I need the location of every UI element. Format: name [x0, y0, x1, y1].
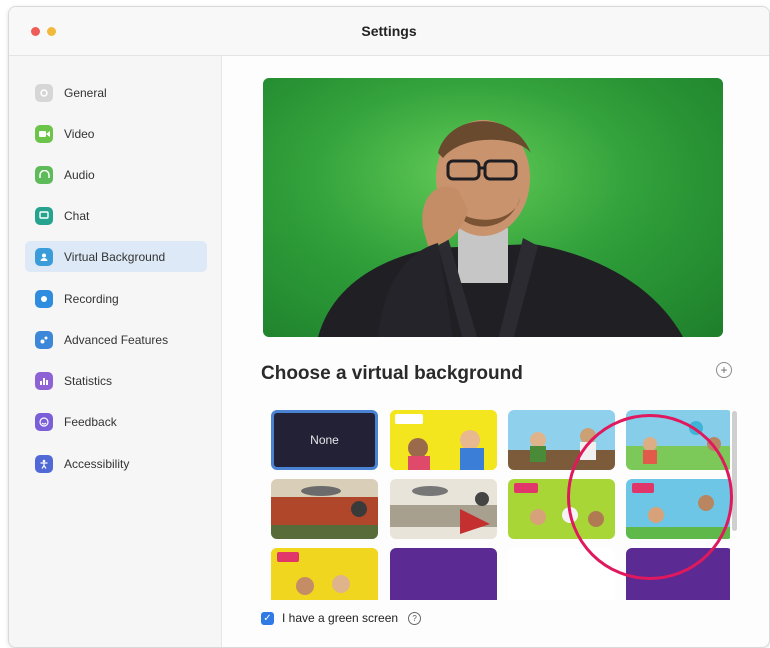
smile-icon [35, 412, 53, 431]
sidebar-item-virtual-background[interactable]: Virtual Background [25, 241, 207, 272]
sidebar-item-label: Statistics [64, 373, 113, 388]
headphones-icon [35, 165, 53, 184]
chat-icon [35, 206, 53, 225]
sidebar-item-statistics[interactable]: Statistics [25, 365, 207, 396]
cartoon-background-image [390, 410, 497, 470]
gear-icon [35, 83, 53, 102]
person-in-video-image [263, 78, 723, 337]
cartoon-background-image [271, 548, 378, 600]
background-thumbnail[interactable] [271, 548, 378, 600]
sidebar-item-label: General [64, 85, 107, 100]
video-icon [35, 124, 53, 143]
main-panel: Choose a virtual background + None ✓ I h… [222, 56, 769, 647]
background-thumbnail[interactable] [390, 548, 497, 600]
video-preview [263, 78, 723, 337]
background-thumbnail[interactable] [508, 548, 615, 600]
sidebar-item-label: Recording [64, 291, 119, 306]
person-icon [35, 247, 53, 266]
cartoon-background-image [271, 479, 378, 539]
sidebar-item-chat[interactable]: Chat [25, 200, 207, 231]
help-icon[interactable]: ? [408, 611, 422, 625]
background-thumbnail[interactable] [626, 410, 730, 470]
background-thumbnail-none[interactable]: None [271, 410, 378, 470]
window-title: Settings [361, 23, 417, 39]
sidebar-item-accessibility[interactable]: Accessibility [25, 448, 207, 479]
chart-icon [35, 371, 53, 390]
cartoon-background-image [626, 410, 730, 470]
sidebar-item-label: Video [64, 126, 95, 141]
accessibility-icon [35, 454, 53, 473]
sidebar-item-audio[interactable]: Audio [25, 159, 207, 190]
background-thumbnail[interactable] [508, 410, 615, 470]
sidebar-item-label: Accessibility [64, 456, 130, 471]
sidebar-item-recording[interactable]: Recording [25, 283, 207, 314]
sidebar-item-label: Virtual Background [64, 249, 166, 264]
green-screen-label: I have a green screen [282, 611, 399, 625]
title-bar: Settings [9, 7, 769, 56]
settings-window: Settings General Video Audio Chat Virtua… [8, 6, 770, 648]
sidebar-item-general[interactable]: General [25, 77, 207, 108]
record-icon [35, 289, 53, 308]
background-thumbnail[interactable] [390, 410, 497, 470]
background-grid: None [260, 408, 730, 600]
add-background-icon[interactable]: + [716, 362, 732, 378]
green-screen-checkbox[interactable]: ✓ [261, 611, 274, 625]
cartoon-background-image [390, 479, 497, 539]
background-thumbnail[interactable] [508, 479, 615, 539]
sidebar-item-label: Advanced Features [64, 332, 169, 347]
cartoon-background-image [508, 479, 615, 539]
thumbnail-label: None [310, 433, 339, 447]
thumbnail-scrollbar[interactable] [732, 411, 737, 531]
sidebar-item-feedback[interactable]: Feedback [25, 406, 207, 437]
background-thumbnail[interactable] [626, 479, 730, 539]
green-screen-option[interactable]: ✓ I have a green screen ? [261, 611, 422, 625]
background-thumbnail[interactable] [626, 548, 730, 600]
advanced-icon [35, 330, 53, 349]
sidebar-item-video[interactable]: Video [25, 118, 207, 149]
background-thumbnail[interactable] [390, 479, 497, 539]
sidebar-item-label: Audio [64, 167, 95, 182]
background-thumbnail[interactable] [271, 479, 378, 539]
sidebar-item-label: Chat [64, 208, 90, 223]
sidebar-item-advanced-features[interactable]: Advanced Features [25, 324, 207, 355]
section-title: Choose a virtual background [261, 363, 523, 384]
sidebar-item-label: Feedback [64, 414, 117, 429]
cartoon-background-image [626, 479, 730, 539]
sidebar: General Video Audio Chat Virtual Backgro… [9, 56, 222, 647]
cartoon-background-image [508, 410, 615, 470]
